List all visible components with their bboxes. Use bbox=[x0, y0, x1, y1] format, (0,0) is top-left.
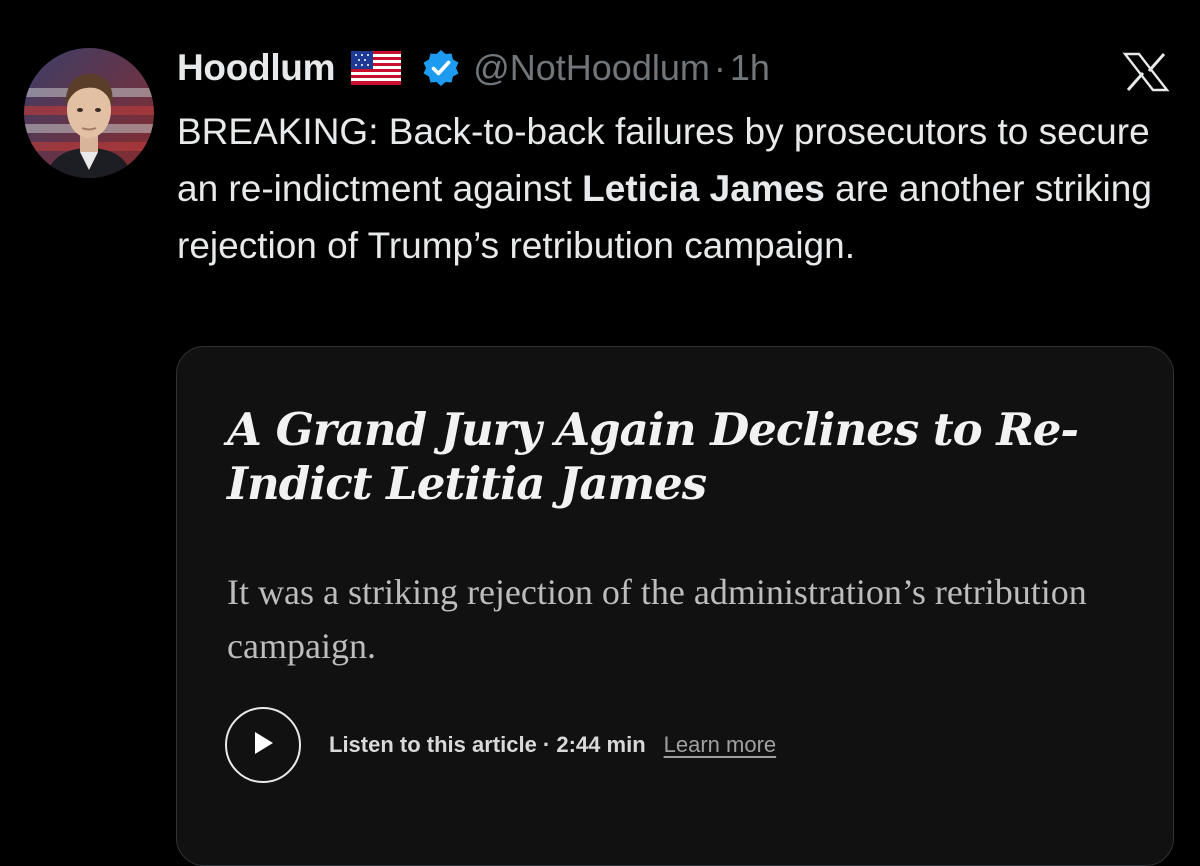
listen-row: Listen to this article · 2:44 min Learn … bbox=[225, 705, 776, 785]
separator-dot: · bbox=[713, 47, 726, 88]
user-handle[interactable]: @NotHoodlum bbox=[473, 47, 710, 89]
x-logo-icon bbox=[1121, 52, 1171, 92]
verified-badge-icon[interactable] bbox=[421, 48, 461, 88]
tweet-header: Hoodlum @NotHoodlum · 1h bbox=[177, 44, 770, 92]
tweet-text: BREAKING: Back-to-back failures by prose… bbox=[177, 103, 1187, 274]
avatar-image bbox=[24, 48, 154, 178]
article-link-card[interactable]: A Grand Jury Again Declines to Re-Indict… bbox=[176, 346, 1174, 866]
avatar[interactable] bbox=[24, 48, 154, 178]
tweet-text-bold: Leticia James bbox=[582, 168, 825, 209]
listen-label: Listen to this article · 2:44 min bbox=[329, 732, 646, 757]
timestamp[interactable]: 1h bbox=[730, 47, 770, 89]
article-headline: A Grand Jury Again Declines to Re-Indict… bbox=[227, 403, 1079, 510]
play-button[interactable] bbox=[225, 707, 301, 783]
play-icon bbox=[251, 730, 275, 761]
us-flag-icon bbox=[351, 51, 402, 85]
display-name[interactable]: Hoodlum bbox=[177, 47, 336, 89]
learn-more-link[interactable]: Learn more bbox=[664, 732, 777, 758]
article-summary: It was a striking rejection of the admin… bbox=[227, 572, 1087, 666]
